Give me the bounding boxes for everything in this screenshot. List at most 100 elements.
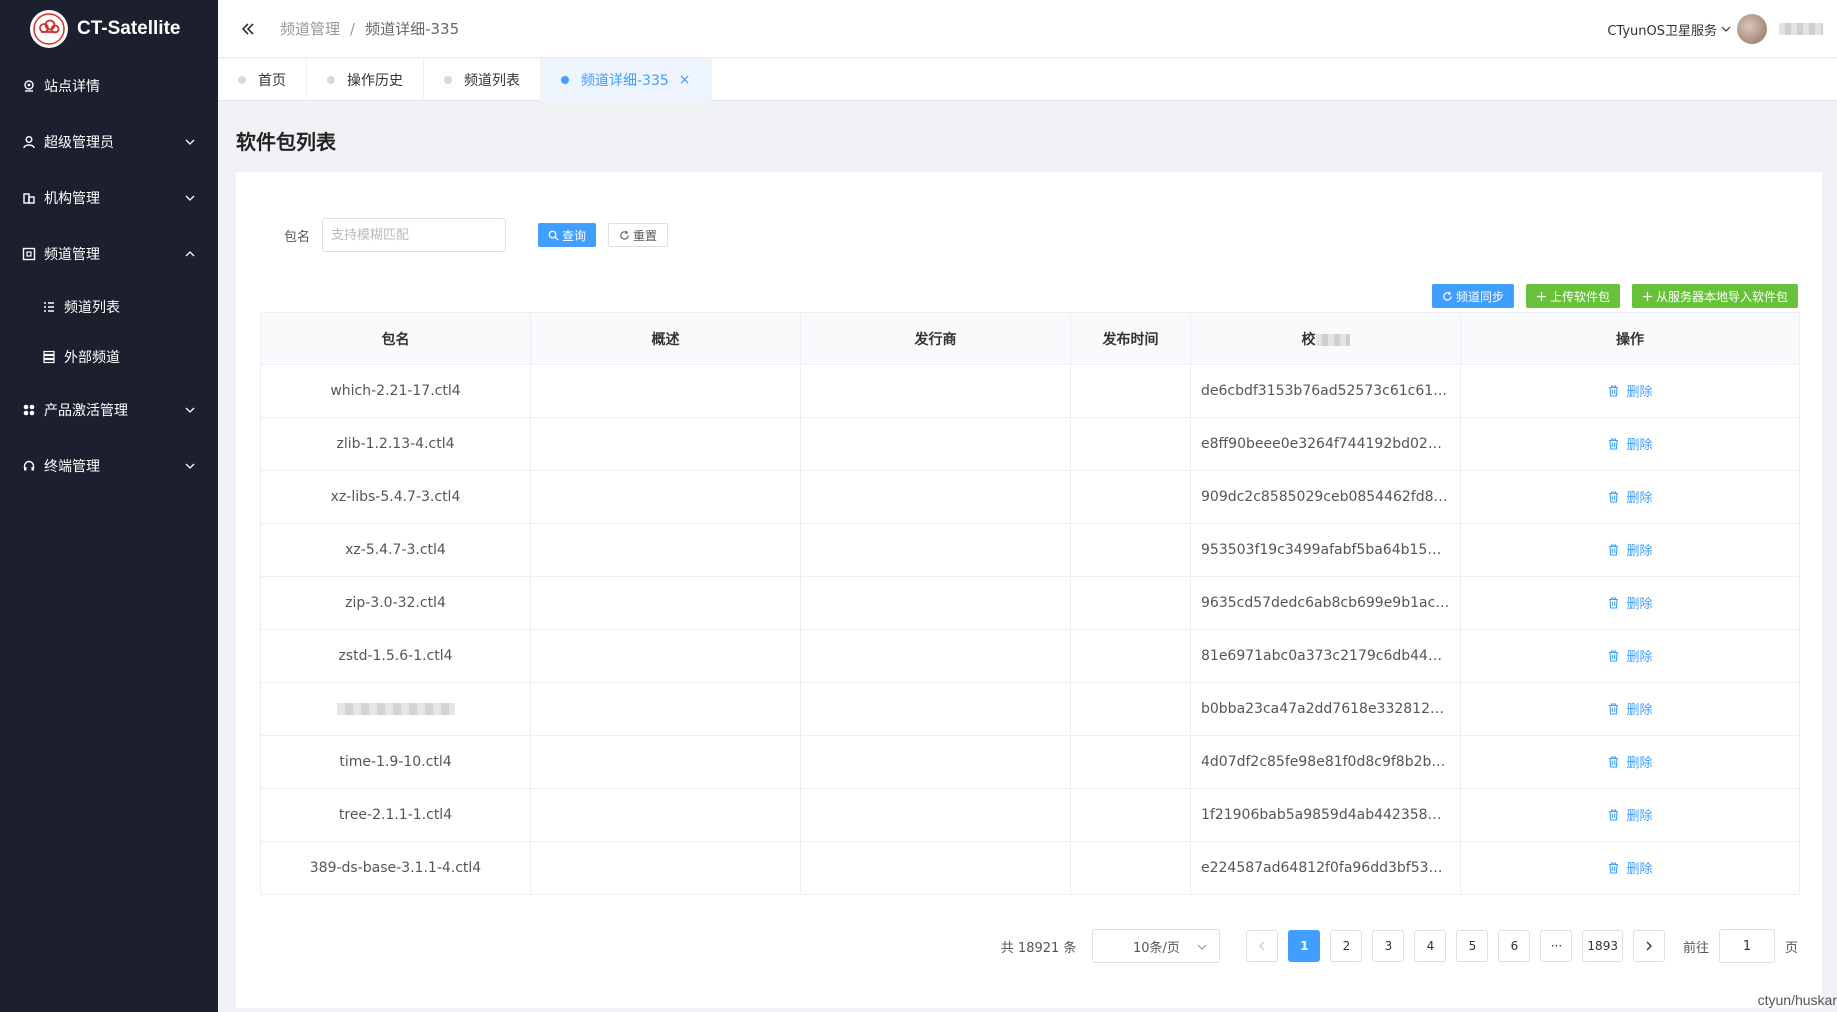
tab-channel-detail[interactable]: 频道详细-335 × [541,59,712,101]
tab-operation-history[interactable]: 操作历史 [307,59,424,101]
delete-button[interactable]: 删除 [1607,593,1653,612]
delete-label: 删除 [1626,385,1653,400]
sidebar-item-label: 机构管理 [44,191,100,207]
user-name[interactable]: CTyunOS卫星服务 [1607,20,1717,39]
cell-summary [530,364,801,418]
page-button[interactable]: 5 [1456,930,1489,962]
channel-sync-button[interactable]: 频道同步 [1431,284,1514,308]
trash-icon [1609,650,1619,662]
more-pages-button[interactable]: ··· [1540,930,1573,962]
redacted-text [1315,333,1350,346]
tab-channel-list[interactable]: 频道列表 [424,59,541,101]
cell-checksum: 81e6971abc0a373c2179c6db44b8d… [1190,629,1461,683]
import-local-package-button[interactable]: 从服务器本地导入软件包 [1631,284,1798,308]
cell-release-time [1070,364,1191,418]
tab-label: 操作历史 [347,73,403,89]
page-button[interactable]: 4 [1414,930,1447,962]
sidebar-item-label: 站点详情 [44,79,100,95]
main-card: 包名 查询 重置 频道同步 上传软件包 从服务器本地导入软件包 [236,172,1822,1008]
cell-summary [530,629,801,683]
cell-vendor [800,364,1071,418]
search-input[interactable] [322,218,507,252]
cell-package-name: tree-2.1.1-1.ctl4 [260,788,531,842]
delete-button[interactable]: 删除 [1607,805,1653,824]
delete-button[interactable]: 删除 [1607,646,1653,665]
grid-icon [22,403,36,417]
sidebar-subitem-external-channel[interactable]: 外部频道 [0,332,218,382]
cell-vendor [800,417,1071,471]
chevron-up-icon [185,251,195,257]
app-logo[interactable]: CT-Satellite [0,0,218,58]
cell-actions: 删除 [1460,629,1800,683]
delete-label: 删除 [1626,756,1653,771]
top-header: 频道管理 / 频道详细-335 CTyunOS卫星服务 [218,0,1837,58]
cell-release-time [1070,417,1191,471]
page-title: 软件包列表 [236,130,336,154]
delete-label: 删除 [1626,650,1653,665]
delete-button[interactable]: 删除 [1607,540,1653,559]
cell-actions: 删除 [1460,417,1800,471]
search-label: 包名 [284,229,311,245]
collapse-sidebar-icon[interactable] [238,19,258,39]
cell-release-time [1070,523,1191,577]
breadcrumb-item[interactable]: 频道管理 [280,18,340,39]
column-header-name: 包名 [260,312,531,365]
page-button[interactable]: 6 [1498,930,1531,962]
cell-actions: 删除 [1460,735,1800,789]
pagination: 共 18921 条 10条/页 1 2 3 4 5 6 ··· 1893 前往 … [1001,929,1798,963]
delete-button[interactable]: 删除 [1607,487,1653,506]
chevron-down-icon [185,407,195,413]
cell-vendor [800,470,1071,524]
prev-page-button[interactable] [1246,930,1279,962]
delete-button[interactable]: 删除 [1607,752,1653,771]
cell-checksum: 909dc2c8585029ceb0854462fd8622… [1190,470,1461,524]
column-header-checksum-label: 校 [1301,331,1316,348]
cell-actions: 删除 [1460,682,1800,736]
cell-checksum: de6cbdf3153b76ad52573c61c611d0… [1190,364,1461,418]
reset-button[interactable]: 重置 [608,223,669,247]
close-icon[interactable]: × [679,72,691,88]
tab-home[interactable]: 首页 [218,59,307,101]
cell-summary [530,788,801,842]
avatar[interactable] [1737,14,1767,44]
upload-package-button[interactable]: 上传软件包 [1525,284,1620,308]
server-icon [42,350,56,364]
sidebar-item-label: 产品激活管理 [44,403,128,419]
sidebar-item-site-detail[interactable]: 站点详情 [0,58,218,114]
search-form: 包名 查询 重置 [284,218,669,252]
query-button[interactable]: 查询 [538,223,597,247]
sidebar-item-super-admin[interactable]: 超级管理员 [0,114,218,170]
delete-button[interactable]: 删除 [1607,434,1653,453]
sidebar-item-product-activation[interactable]: 产品激活管理 [0,382,218,438]
cell-summary [530,682,801,736]
tab-label: 频道列表 [464,73,520,89]
page-button[interactable]: 3 [1372,930,1405,962]
breadcrumb-separator: / [350,19,356,38]
trash-icon [1609,703,1619,715]
cell-actions: 删除 [1460,841,1800,895]
app-name: CT-Satellite [77,18,181,39]
trash-icon [1609,597,1619,609]
delete-button[interactable]: 删除 [1607,381,1653,400]
user-menu[interactable]: CTyunOS卫星服务 [1607,14,1823,44]
page-size-select[interactable]: 10条/页 [1092,929,1221,963]
page-button[interactable]: 2 [1330,930,1363,962]
sidebar-item-label: 终端管理 [44,459,100,475]
cell-release-time [1070,629,1191,683]
goto-page-input[interactable] [1718,929,1775,963]
sidebar-subitem-channel-list[interactable]: 频道列表 [0,282,218,332]
chevron-right-icon [1646,941,1652,951]
sidebar-item-channel-manage[interactable]: 频道管理 [0,226,218,282]
page-button[interactable]: 1893 [1582,930,1623,962]
sidebar-item-terminal-manage[interactable]: 终端管理 [0,438,218,494]
page-button[interactable]: 1 [1288,930,1321,962]
next-page-button[interactable] [1632,930,1665,962]
delete-button[interactable]: 删除 [1607,699,1653,718]
cell-summary [530,523,801,577]
column-header-summary: 概述 [530,312,801,365]
sync-icon [1443,291,1452,301]
sidebar-item-org-manage[interactable]: 机构管理 [0,170,218,226]
delete-button[interactable]: 删除 [1607,858,1653,877]
trash-icon [1609,756,1619,768]
table-row: xz-libs-5.4.7-3.ctl4 909dc2c8585029ceb085… [260,470,1800,524]
